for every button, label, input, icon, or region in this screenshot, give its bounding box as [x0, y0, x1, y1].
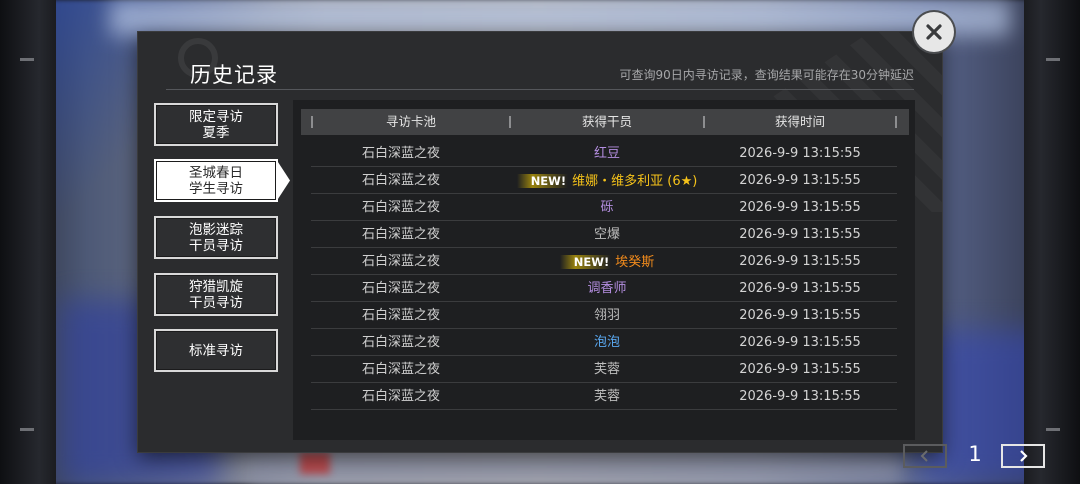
- dialog-subtitle: 可查询90日内寻访记录，查询结果可能存在30分钟延迟: [619, 68, 914, 82]
- table-row: 石白深蓝之夜 调香师 2026-9-9 13:15:55: [311, 275, 897, 302]
- table-row: 石白深蓝之夜 芙蓉 2026-9-9 13:15:55: [311, 356, 897, 383]
- operator-cell: 砾: [507, 194, 707, 221]
- table-rows: 石白深蓝之夜 红豆 2026-9-9 13:15:55 石白深蓝之夜 NEW! 维娜・维多…: [311, 140, 897, 410]
- header-pool: 寻访卡池: [385, 114, 436, 129]
- history-table-panel: 寻访卡池 获得干员 获得时间 石白深蓝之夜 红豆 2026-9-9 13:15:55…: [293, 100, 1045, 468]
- time-cell: 2026-9-9 13:15:55: [739, 362, 861, 377]
- title-divider: [166, 89, 914, 90]
- pool-cell: 石白深蓝之夜: [361, 173, 440, 188]
- table-header: 寻访卡池 获得干员 获得时间: [301, 109, 909, 135]
- table-row: 石白深蓝之夜 芙蓉 2026-9-9 13:15:55: [311, 383, 897, 410]
- chevron-right-icon: [1020, 450, 1028, 462]
- time-cell: 2026-9-9 13:15:55: [739, 281, 861, 296]
- dialog-title: 历史记录: [190, 63, 278, 87]
- time-cell: 2026-9-9 13:15:55: [739, 389, 861, 404]
- time-cell: 2026-9-9 13:15:55: [739, 146, 861, 161]
- operator-name: 芙蓉: [593, 389, 620, 404]
- pool-cell: 石白深蓝之夜: [361, 281, 440, 296]
- time-cell: 2026-9-9 13:15:55: [739, 173, 861, 188]
- tab-limited-summer[interactable]: 限定寻访 夏季: [154, 103, 278, 146]
- screen-frame-right: [1024, 0, 1080, 484]
- operator-cell: NEW! 维娜・维多利亚 (6★): [507, 167, 707, 194]
- tab-label: 限定寻访 夏季: [189, 108, 243, 141]
- new-badge: NEW!: [559, 255, 612, 269]
- operator-cell: NEW! 埃癸斯: [507, 248, 707, 275]
- table-row: 石白深蓝之夜 NEW! 维娜・维多利亚 (6★) 2026-9-9 13:15:55: [311, 167, 897, 194]
- prev-page-button[interactable]: [903, 444, 947, 468]
- table-row: 石白深蓝之夜 泡泡 2026-9-9 13:15:55: [311, 329, 897, 356]
- pool-cell: 石白深蓝之夜: [361, 389, 440, 404]
- background-blur: [300, 452, 330, 474]
- tab-holy-city-student[interactable]: 圣城春日 学生寻访: [154, 159, 290, 202]
- pool-cell: 石白深蓝之夜: [361, 362, 440, 377]
- operator-name: 芙蓉: [593, 362, 620, 377]
- pool-cell: 石白深蓝之夜: [361, 254, 440, 269]
- pool-cell: 石白深蓝之夜: [361, 200, 440, 215]
- history-dialog: 历史记录 可查询90日内寻访记录，查询结果可能存在30分钟延迟 限定寻访 夏季 …: [138, 32, 1045, 468]
- time-cell: 2026-9-9 13:15:55: [739, 227, 861, 242]
- background-blur: [250, 450, 900, 484]
- operator-name: 泡泡: [593, 335, 620, 350]
- operator-cell: 空爆: [507, 221, 707, 248]
- operator-name: 砾: [600, 200, 614, 215]
- table-row: 石白深蓝之夜 NEW! 埃癸斯 2026-9-9 13:15:55: [311, 248, 897, 275]
- operator-name: 调香师: [587, 281, 627, 296]
- tab-hunting-triumph[interactable]: 狩猎凯旋 干员寻访: [154, 273, 278, 316]
- operator-name: 埃癸斯: [615, 255, 655, 270]
- time-cell: 2026-9-9 13:15:55: [739, 254, 861, 269]
- operator-cell: 翎羽: [507, 302, 707, 329]
- screen-frame-left: [0, 0, 56, 484]
- operator-name: 红豆: [593, 146, 620, 161]
- operator-cell: 芙蓉: [507, 356, 707, 383]
- operator-cell: 调香师: [507, 275, 707, 302]
- table-row: 石白深蓝之夜 砾 2026-9-9 13:15:55: [311, 194, 897, 221]
- time-cell: 2026-9-9 13:15:55: [739, 335, 861, 350]
- table-row: 石白深蓝之夜 翎羽 2026-9-9 13:15:55: [311, 302, 897, 329]
- next-page-button[interactable]: [1001, 444, 1045, 468]
- active-tab-arrow: [276, 159, 290, 202]
- header-operator: 获得干员: [581, 114, 632, 129]
- table-row: 石白深蓝之夜 空爆 2026-9-9 13:15:55: [311, 221, 897, 248]
- tab-label: 泡影迷踪 干员寻访: [189, 221, 243, 254]
- operator-name: 维娜・维多利亚 (6★): [572, 174, 698, 189]
- tab-label: 圣城春日 学生寻访: [189, 164, 243, 197]
- chevron-left-icon: [920, 450, 928, 462]
- close-button[interactable]: [914, 12, 954, 52]
- tab-label: 标准寻访: [189, 342, 243, 359]
- background-blur: [110, 0, 1010, 36]
- pool-cell: 石白深蓝之夜: [361, 227, 440, 242]
- operator-cell: 红豆: [507, 140, 707, 167]
- table-row: 石白深蓝之夜 红豆 2026-9-9 13:15:55: [311, 140, 897, 167]
- close-icon: [926, 24, 942, 40]
- pool-cell: 石白深蓝之夜: [361, 146, 440, 161]
- time-cell: 2026-9-9 13:15:55: [739, 200, 861, 215]
- operator-name: 空爆: [593, 227, 620, 242]
- pool-cell: 石白深蓝之夜: [361, 308, 440, 323]
- page-number: 1: [968, 442, 982, 466]
- pool-cell: 石白深蓝之夜: [361, 335, 440, 350]
- operator-cell: 泡泡: [507, 329, 707, 356]
- time-cell: 2026-9-9 13:15:55: [739, 308, 861, 323]
- tab-label: 狩猎凯旋 干员寻访: [189, 278, 243, 311]
- operator-name: 翎羽: [593, 308, 620, 323]
- header-time: 获得时间: [774, 114, 825, 129]
- tab-standard[interactable]: 标准寻访: [154, 329, 278, 372]
- tab-bubble-trace[interactable]: 泡影迷踪 干员寻访: [154, 216, 278, 259]
- new-badge: NEW!: [516, 174, 569, 188]
- operator-cell: 芙蓉: [507, 383, 707, 410]
